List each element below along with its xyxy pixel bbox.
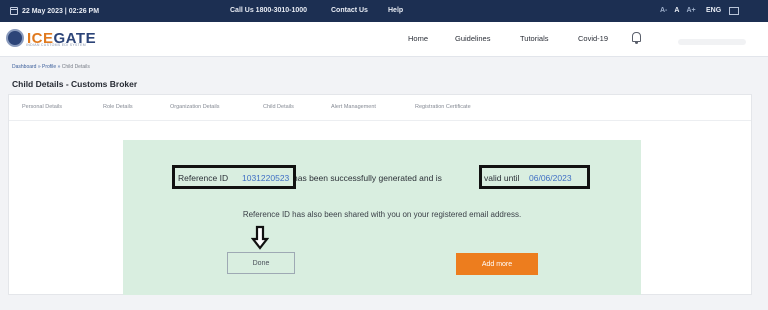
call-us-link[interactable]: Call Us 1800-3010-1000 bbox=[230, 7, 307, 14]
user-menu[interactable] bbox=[678, 39, 746, 45]
contact-us-link[interactable]: Contact Us bbox=[331, 7, 368, 14]
down-arrow-icon bbox=[251, 225, 269, 250]
logo-emblem-icon bbox=[6, 29, 24, 47]
tab-registration-certificate[interactable]: Registration Certificate bbox=[415, 104, 471, 110]
logo-subtitle: INDIAN CUSTOMS EDI SYSTEM bbox=[26, 43, 86, 47]
tab-organization-details[interactable]: Organization Details bbox=[170, 104, 220, 110]
breadcrumb-dashboard[interactable]: Dashboard bbox=[12, 64, 36, 70]
top-utility-bar: 22 May 2023 | 02:26 PM Call Us 1800-3010… bbox=[0, 0, 768, 22]
language-selector[interactable]: ENG bbox=[706, 7, 721, 14]
apps-grid-icon[interactable] bbox=[729, 7, 739, 15]
date-time: 22 May 2023 | 02:26 PM bbox=[10, 7, 99, 15]
tab-role-details[interactable]: Role Details bbox=[103, 104, 133, 110]
reference-id-highlight-box bbox=[172, 165, 296, 189]
date-time-text: 22 May 2023 | 02:26 PM bbox=[22, 7, 100, 15]
add-more-button[interactable]: Add more bbox=[456, 253, 538, 275]
nav-covid-19[interactable]: Covid-19 bbox=[578, 34, 608, 43]
font-size-increase[interactable]: A+ bbox=[686, 7, 695, 14]
generated-message: has been successfully generated and is bbox=[293, 173, 442, 183]
breadcrumb: Dashboard » Profile » Child Details bbox=[12, 64, 90, 70]
success-message-box: Reference ID 1031220523 has been success… bbox=[123, 140, 641, 295]
breadcrumb-current: Child Details bbox=[61, 64, 90, 70]
email-shared-message: Reference ID has also been shared with y… bbox=[242, 210, 522, 219]
tab-child-details[interactable]: Child Details bbox=[263, 104, 294, 110]
page: 22 May 2023 | 02:26 PM Call Us 1800-3010… bbox=[0, 0, 768, 310]
done-button[interactable]: Done bbox=[227, 252, 295, 274]
font-size-normal[interactable]: A bbox=[674, 7, 679, 14]
page-title: Child Details - Customs Broker bbox=[12, 79, 138, 89]
nav-home[interactable]: Home bbox=[408, 34, 428, 43]
bell-icon[interactable] bbox=[632, 32, 641, 44]
valid-date-highlight-box bbox=[479, 165, 590, 189]
font-size-controls: A- A A+ bbox=[660, 7, 696, 14]
help-link[interactable]: Help bbox=[388, 7, 403, 14]
nav-guidelines[interactable]: Guidelines bbox=[455, 34, 490, 43]
calendar-icon bbox=[10, 7, 18, 15]
tab-bar: Personal Details Role Details Organizati… bbox=[9, 95, 751, 121]
tab-alert-management[interactable]: Alert Management bbox=[331, 104, 376, 110]
tab-personal-details[interactable]: Personal Details bbox=[22, 104, 62, 110]
breadcrumb-profile[interactable]: Profile bbox=[42, 64, 56, 70]
font-size-decrease[interactable]: A- bbox=[660, 7, 667, 14]
main-header: ICEGATE INDIAN CUSTOMS EDI SYSTEM Home G… bbox=[0, 22, 768, 57]
nav-tutorials[interactable]: Tutorials bbox=[520, 34, 548, 43]
